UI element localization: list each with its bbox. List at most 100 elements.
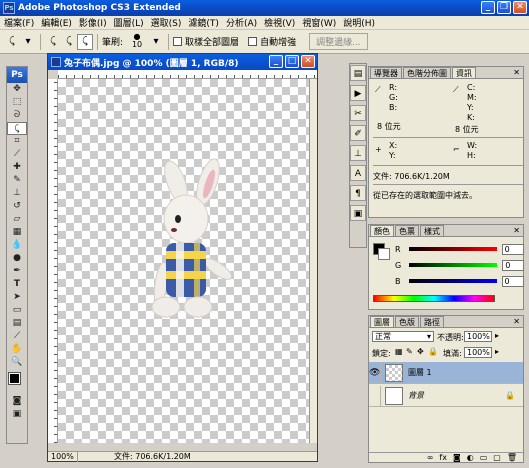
opacity-field[interactable]: 100% [464, 331, 492, 342]
layer-row-1[interactable]: 👁 圖層 1 [369, 362, 523, 384]
zoom-tool-icon[interactable]: 🔍 [7, 356, 27, 369]
color-spectrum-bar[interactable] [373, 295, 495, 302]
lock-all-icon[interactable]: 🔒 [428, 347, 438, 356]
restore-button[interactable]: ❐ [497, 1, 511, 14]
menu-filter[interactable]: 濾鏡(T) [188, 16, 219, 29]
chevron-right-icon[interactable]: ▸ [495, 347, 499, 356]
blue-slider[interactable] [408, 279, 497, 283]
tab-styles[interactable]: 樣式 [420, 225, 444, 236]
lasso-tool-icon[interactable]: ᘐ [7, 109, 27, 122]
document-maximize-button[interactable]: □ [285, 55, 299, 68]
chevron-right-icon[interactable]: ▸ [495, 331, 499, 340]
sample-all-layers-checkbox[interactable] [173, 37, 183, 46]
tab-color[interactable]: 顏色 [370, 225, 394, 236]
new-layer-icon[interactable]: ▢ [493, 453, 501, 463]
history-panel-icon[interactable]: ▤ [350, 65, 366, 81]
color-swatches[interactable] [7, 369, 27, 395]
tab-swatches[interactable]: 色票 [395, 225, 419, 236]
brush-tool-icon[interactable]: ✎ [7, 174, 27, 187]
minimize-button[interactable]: _ [481, 1, 495, 14]
notes-tool-icon[interactable]: ▤ [7, 317, 27, 330]
tab-layers[interactable]: 圖層 [370, 316, 394, 327]
eye-icon[interactable] [369, 385, 381, 406]
panel-menu-icon[interactable]: ✕ [513, 317, 520, 326]
tab-paths[interactable]: 路徑 [420, 316, 444, 327]
layer-comps-icon[interactable]: ▣ [350, 205, 366, 221]
eraser-tool-icon[interactable]: ▱ [7, 213, 27, 226]
add-to-selection-icon[interactable]: ⤹ [61, 34, 77, 50]
clone-source-icon[interactable]: ⊥ [350, 145, 366, 161]
document-size-status[interactable]: 文件: 706.6K/1.20M [78, 451, 191, 462]
move-tool-icon[interactable]: ✥ [7, 83, 27, 96]
shape-tool-icon[interactable]: ▭ [7, 304, 27, 317]
new-selection-icon[interactable]: ⤹ [45, 34, 61, 50]
tab-histogram[interactable]: 色階分佈圖 [403, 67, 451, 78]
history-brush-icon[interactable]: ↺ [7, 200, 27, 213]
blend-mode-select[interactable]: 正常 ▾ [372, 331, 434, 342]
slice-tool-icon[interactable]: ⟋ [7, 148, 27, 161]
canvas[interactable] [58, 79, 309, 443]
menu-layer[interactable]: 圖層(L) [114, 16, 144, 29]
document-close-button[interactable]: ✕ [301, 55, 315, 68]
marquee-tool-icon[interactable]: ⬚ [7, 96, 27, 109]
path-selection-icon[interactable]: ➤ [7, 291, 27, 304]
document-minimize-button[interactable]: _ [269, 55, 283, 68]
layer-style-icon[interactable]: fx [439, 453, 447, 463]
blur-tool-icon[interactable]: 💧 [7, 239, 27, 252]
brush-picker[interactable]: ● 10 [126, 32, 148, 51]
zoom-level-field[interactable]: 100% [48, 451, 78, 462]
close-button[interactable]: ✕ [513, 1, 527, 14]
document-titlebar[interactable]: 兔子布偶.jpg @ 100% (圖層 1, RGB/8) _ □ ✕ [48, 54, 317, 70]
menu-help[interactable]: 說明(H) [343, 16, 375, 29]
layer-mask-icon[interactable]: ◙ [453, 453, 461, 463]
chevron-down-icon[interactable]: ▾ [148, 34, 164, 50]
tool-presets-icon[interactable]: ✂ [350, 105, 366, 121]
foreground-color[interactable] [8, 372, 21, 385]
paragraph-panel-icon[interactable]: ¶ [350, 185, 366, 201]
red-value-field[interactable]: 0 [501, 243, 524, 255]
menu-edit[interactable]: 編輯(E) [41, 16, 72, 29]
menu-view[interactable]: 檢視(V) [264, 16, 295, 29]
quick-selection-tool-icon[interactable]: ⤹ [7, 122, 27, 135]
link-layers-icon[interactable]: ∞ [427, 453, 434, 463]
lock-image-icon[interactable]: ✎ [406, 347, 413, 356]
dodge-tool-icon[interactable]: ● [7, 252, 27, 265]
menu-select[interactable]: 選取(S) [151, 16, 182, 29]
brushes-panel-icon[interactable]: ✐ [350, 125, 366, 141]
menu-window[interactable]: 視窗(W) [302, 16, 336, 29]
menu-analysis[interactable]: 分析(A) [226, 16, 257, 29]
clone-stamp-icon[interactable]: ⊥ [7, 187, 27, 200]
lock-transparency-icon[interactable]: ▦ [395, 347, 403, 356]
tab-info[interactable]: 資訊 [452, 67, 476, 78]
eyedropper-tool-icon[interactable]: ⟋ [7, 330, 27, 343]
green-value-field[interactable]: 0 [502, 259, 525, 271]
blue-value-field[interactable]: 0 [501, 275, 524, 287]
type-tool-icon[interactable]: T [7, 278, 27, 291]
delete-layer-icon[interactable]: 🗑 [507, 453, 517, 463]
auto-enhance-checkbox[interactable] [248, 37, 258, 46]
panel-menu-icon[interactable]: ✕ [513, 226, 520, 235]
new-group-icon[interactable]: ▭ [480, 453, 488, 463]
actions-panel-icon[interactable]: ▶ [350, 85, 366, 101]
lock-position-icon[interactable]: ✥ [417, 347, 424, 356]
vertical-scrollbar[interactable] [309, 79, 317, 443]
screen-mode-icon[interactable]: ▣ [7, 408, 27, 421]
healing-brush-icon[interactable]: ✚ [7, 161, 27, 174]
menu-image[interactable]: 影像(I) [79, 16, 107, 29]
refine-edge-button[interactable]: 調整邊緣... [309, 33, 368, 50]
background-color-swatch[interactable] [378, 248, 390, 260]
quick-mask-icon[interactable]: ◙ [7, 395, 27, 408]
tab-navigator[interactable]: 導覽器 [370, 67, 402, 78]
eye-icon[interactable]: 👁 [369, 362, 381, 383]
pen-tool-icon[interactable]: ✒ [7, 265, 27, 278]
character-panel-icon[interactable]: A [350, 165, 366, 181]
menu-file[interactable]: 檔案(F) [4, 16, 34, 29]
green-slider[interactable] [409, 263, 498, 267]
subtract-from-selection-icon[interactable]: ⤹ [77, 33, 93, 50]
panel-menu-icon[interactable]: ✕ [513, 68, 520, 77]
tab-channels[interactable]: 色版 [395, 316, 419, 327]
fill-field[interactable]: 100% [464, 347, 492, 358]
adjustment-layer-icon[interactable]: ◐ [467, 453, 474, 463]
hand-tool-icon[interactable]: ✋ [7, 343, 27, 356]
crop-tool-icon[interactable]: ⌗ [7, 135, 27, 148]
